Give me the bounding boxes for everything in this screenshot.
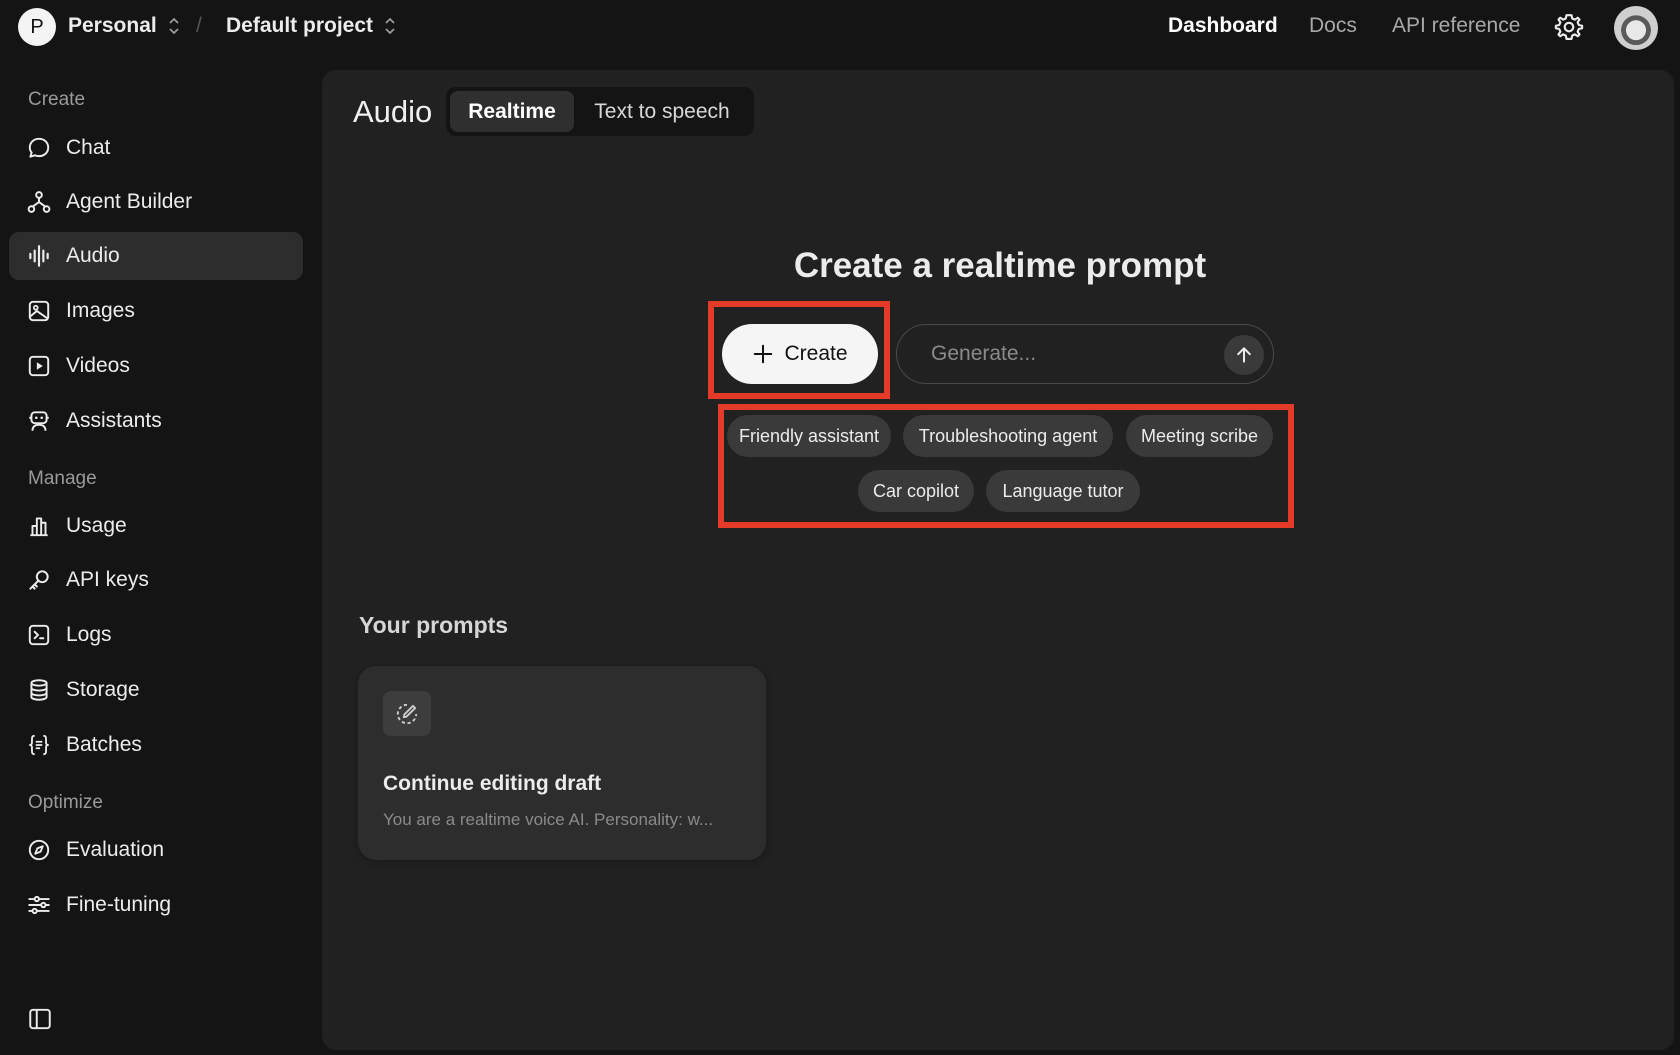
- sidebar: Create Chat Agent Builder Audio Images V…: [0, 56, 322, 1055]
- sidebar-item-videos[interactable]: Videos: [9, 342, 303, 390]
- sidebar-item-audio[interactable]: Audio: [9, 232, 303, 280]
- sidebar-item-label: Fine-tuning: [66, 893, 172, 916]
- sidebar-item-usage[interactable]: Usage: [9, 502, 303, 550]
- audio-wave-icon: [26, 243, 52, 269]
- sidebar-item-assistants[interactable]: Assistants: [9, 397, 303, 445]
- draft-card-subtitle: You are a realtime voice AI. Personality…: [383, 810, 714, 829]
- suggestion-chip-car-copilot[interactable]: Car copilot: [858, 470, 974, 512]
- project-switcher[interactable]: Default project: [226, 14, 397, 38]
- section-label-create: Create: [28, 89, 86, 110]
- user-avatar[interactable]: [1614, 6, 1658, 50]
- nav-api-reference[interactable]: API reference: [1392, 14, 1520, 38]
- suggestion-chip-friendly-assistant[interactable]: Friendly assistant: [727, 415, 891, 457]
- sidebar-item-label: Logs: [66, 623, 112, 646]
- sidebar-item-label: Batches: [66, 733, 142, 756]
- sidebar-item-evaluation[interactable]: Evaluation: [9, 826, 303, 874]
- org-avatar[interactable]: P: [18, 8, 56, 46]
- sidebar-item-label: Chat: [66, 136, 111, 159]
- sidebar-item-images[interactable]: Images: [9, 287, 303, 335]
- suggestion-chip-language-tutor[interactable]: Language tutor: [986, 470, 1140, 512]
- page-title: Audio: [353, 94, 433, 129]
- sidebar-item-storage[interactable]: Storage: [9, 666, 303, 714]
- hero-title: Create a realtime prompt: [793, 246, 1207, 285]
- draft-card-title: Continue editing draft: [383, 772, 602, 795]
- nav-dashboard[interactable]: Dashboard: [1168, 14, 1278, 38]
- sidebar-item-label: Usage: [66, 514, 127, 537]
- sidebar-item-label: Evaluation: [66, 838, 165, 861]
- suggestion-chip-meeting-scribe[interactable]: Meeting scribe: [1126, 415, 1273, 457]
- chat-bubble-icon: [26, 135, 52, 161]
- sidebar-toggle-icon[interactable]: [27, 1006, 53, 1032]
- gear-icon[interactable]: [1554, 12, 1584, 42]
- sidebar-item-label: Storage: [66, 678, 140, 701]
- sidebar-item-label: Videos: [66, 354, 130, 377]
- sidebar-item-label: Agent Builder: [66, 190, 193, 213]
- chevron-updown-icon: [385, 17, 395, 35]
- project-name: Default project: [226, 14, 374, 37]
- tab-realtime[interactable]: Realtime: [450, 91, 574, 132]
- video-play-icon: [26, 353, 52, 379]
- section-label-optimize: Optimize: [28, 792, 103, 813]
- generate-field: [896, 324, 1274, 384]
- database-icon: [26, 677, 52, 703]
- sidebar-item-label: Images: [66, 299, 135, 322]
- create-button[interactable]: Create: [722, 324, 878, 384]
- arrow-up-icon: [1237, 347, 1251, 363]
- sidebar-item-agent-builder[interactable]: Agent Builder: [9, 178, 303, 226]
- plus-icon: [754, 344, 773, 364]
- sidebar-item-batches[interactable]: Batches: [9, 721, 303, 769]
- create-button-label: Create: [784, 342, 848, 365]
- breadcrumb-separator: /: [196, 14, 202, 37]
- compass-icon: [26, 837, 52, 863]
- nav-docs[interactable]: Docs: [1309, 14, 1357, 38]
- sidebar-item-label: Assistants: [66, 409, 162, 432]
- edit-draft-icon: [383, 691, 431, 736]
- org-switcher[interactable]: Personal: [68, 14, 181, 38]
- main-panel: Audio Realtime Text to speech Create a r…: [322, 70, 1674, 1050]
- app-window: P Personal / Default project Dashboard D…: [0, 0, 1680, 1055]
- bar-chart-icon: [26, 513, 52, 539]
- sliders-icon: [26, 892, 52, 918]
- key-icon: [26, 567, 52, 593]
- section-title-your-prompts: Your prompts: [359, 612, 509, 638]
- sidebar-item-logs[interactable]: Logs: [9, 611, 303, 659]
- section-label-manage: Manage: [28, 468, 97, 489]
- sidebar-item-fine-tuning[interactable]: Fine-tuning: [9, 881, 303, 929]
- chevron-updown-icon: [169, 17, 179, 35]
- sidebar-item-label: API keys: [66, 568, 149, 591]
- sidebar-item-chat[interactable]: Chat: [9, 124, 303, 172]
- submit-button[interactable]: [1224, 335, 1264, 375]
- tab-text-to-speech[interactable]: Text to speech: [574, 91, 750, 132]
- terminal-icon: [26, 622, 52, 648]
- suggestion-chip-troubleshooting-agent[interactable]: Troubleshooting agent: [903, 415, 1113, 457]
- braces-icon: [26, 732, 52, 758]
- sidebar-item-api-keys[interactable]: API keys: [9, 556, 303, 604]
- top-bar: P Personal / Default project Dashboard D…: [0, 0, 1680, 56]
- image-icon: [26, 298, 52, 324]
- draft-prompt-card[interactable]: Continue editing draft You are a realtim…: [358, 666, 766, 860]
- robot-icon: [26, 408, 52, 434]
- sidebar-item-label: Audio: [66, 244, 120, 267]
- agent-builder-icon: [26, 189, 52, 215]
- audio-mode-tabs: Realtime Text to speech: [446, 87, 754, 136]
- org-name: Personal: [68, 14, 157, 37]
- generate-input[interactable]: [931, 342, 1191, 366]
